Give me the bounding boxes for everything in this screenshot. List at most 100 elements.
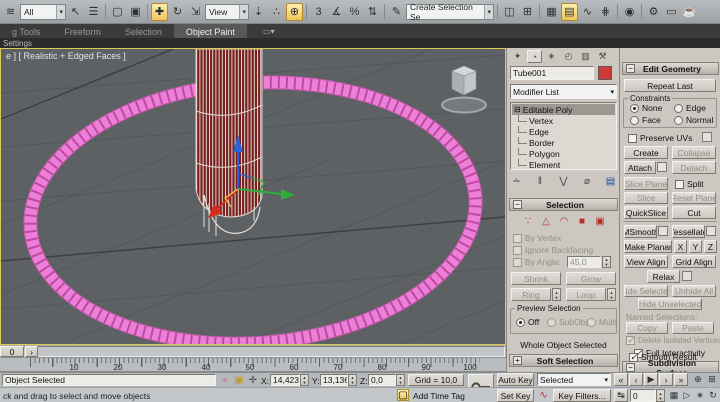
slice-plane-button[interactable]: Slice Plane: [624, 177, 668, 190]
selection-lock-pin-icon[interactable]: ⌖: [219, 374, 231, 386]
orbit-icon[interactable]: ↻: [707, 389, 719, 401]
preserve-uvs-checkbox[interactable]: Preserve UVs: [628, 133, 692, 143]
z-coordinate-field[interactable]: 0,0: [368, 374, 396, 386]
detach-button[interactable]: Detach: [672, 161, 716, 174]
unhide-all-button[interactable]: Unhide All: [672, 285, 716, 297]
set-key-button[interactable]: Set Key: [497, 389, 534, 402]
planar-x-button[interactable]: X: [674, 240, 687, 253]
make-unique-icon[interactable]: ⋁: [557, 176, 570, 187]
by-angle-field[interactable]: 45,0: [567, 256, 601, 268]
named-selection-sets-dropdown[interactable]: Create Selection Se ▾: [406, 4, 494, 20]
preview-multi-radio[interactable]: Multi: [587, 317, 617, 327]
repeat-last-button[interactable]: Repeat Last: [624, 79, 716, 92]
remove-modifier-icon[interactable]: ⌀: [581, 176, 594, 187]
ribbon-tab-modeling-tools[interactable]: g Tools: [0, 24, 52, 38]
auto-key-button[interactable]: Auto Key: [497, 373, 534, 386]
preview-off-radio[interactable]: Off: [516, 317, 539, 327]
by-angle-checkbox[interactable]: By Angle:: [513, 257, 561, 267]
ignore-backfacing-checkbox[interactable]: Ignore Backfacing: [513, 245, 593, 255]
modify-tab-icon[interactable]: ◔: [527, 50, 542, 63]
soft-selection-rollout-header[interactable]: + Soft Selection: [509, 354, 618, 367]
pan-icon[interactable]: ∗: [694, 389, 706, 401]
pin-stack-icon[interactable]: ∸: [510, 176, 523, 187]
split-checkbox[interactable]: Split: [675, 179, 704, 189]
tessellate-button[interactable]: Tessellate: [672, 225, 705, 238]
curve-editor-icon[interactable]: ∿: [579, 3, 596, 21]
select-and-place-icon[interactable]: ⇣: [250, 3, 267, 21]
graphite-ribbon-toggle-icon[interactable]: ▦: [543, 3, 560, 21]
rollout-collapse-icon[interactable]: −: [626, 64, 635, 73]
previous-frame-icon[interactable]: ‹: [629, 373, 643, 386]
edit-named-selection-sets-icon[interactable]: ✎: [388, 3, 405, 21]
preserve-uvs-settings-button[interactable]: [702, 132, 712, 142]
schematic-view-icon[interactable]: ⋕: [597, 3, 614, 21]
zoom-all-icon[interactable]: ⊞: [706, 373, 718, 385]
default-in-out-tangents-icon[interactable]: ∿: [537, 389, 550, 402]
next-frame-icon[interactable]: ›: [659, 373, 673, 386]
rollout-collapse-icon[interactable]: −: [626, 363, 635, 372]
ribbon-tab-object-paint[interactable]: Object Paint: [174, 24, 247, 38]
attach-button[interactable]: Attach: [624, 161, 656, 174]
x-coordinate-field[interactable]: 14,423: [270, 374, 300, 386]
key-filters-button[interactable]: Key Filters...: [553, 389, 611, 402]
constraint-edge-radio[interactable]: Edge: [674, 103, 706, 113]
smooth-result-checkbox[interactable]: Smooth Result: [629, 352, 697, 362]
zoom-extents-icon[interactable]: ▦: [668, 389, 680, 401]
align-icon[interactable]: ⊞: [519, 3, 536, 21]
reset-plane-button[interactable]: Reset Plane: [672, 192, 716, 204]
stack-item-border[interactable]: Border: [512, 137, 615, 148]
copy-button[interactable]: Copy: [626, 322, 668, 334]
paste-button[interactable]: Paste: [672, 322, 714, 334]
current-frame-field[interactable]: 0: [630, 389, 656, 402]
tessellate-settings-button[interactable]: [706, 226, 716, 236]
planar-z-button[interactable]: Z: [704, 240, 717, 253]
cut-button[interactable]: Cut: [672, 206, 716, 219]
rendered-frame-window-icon[interactable]: ▭: [663, 3, 680, 21]
display-tab-icon[interactable]: ▥: [578, 50, 593, 63]
select-and-scale-icon[interactable]: ⇲: [187, 3, 204, 21]
material-editor-icon[interactable]: ◉: [621, 3, 638, 21]
border-mode-icon[interactable]: ◠: [557, 216, 571, 227]
spinner-snap-icon[interactable]: ⇅: [364, 3, 381, 21]
time-slider-handle[interactable]: 0: [0, 346, 24, 357]
by-vertex-checkbox[interactable]: By Vertex: [513, 233, 561, 243]
stack-item-edge[interactable]: Edge: [512, 126, 615, 137]
relax-button[interactable]: Relax: [647, 270, 680, 283]
loop-spinner[interactable]: [607, 288, 616, 301]
constraint-none-radio[interactable]: None: [630, 103, 662, 113]
loop-button[interactable]: Loop: [566, 288, 606, 301]
layer-manager-icon[interactable]: ▤: [561, 3, 578, 21]
select-and-rotate-icon[interactable]: ↻: [169, 3, 186, 21]
mirror-icon[interactable]: ◫: [501, 3, 518, 21]
grid-align-button[interactable]: Grid Align: [672, 255, 716, 268]
time-tag-icon[interactable]: ▢: [397, 389, 409, 401]
window-crossing-icon[interactable]: ▣: [127, 3, 144, 21]
msmooth-button[interactable]: MSmooth: [624, 225, 657, 238]
x-spinner[interactable]: [300, 374, 309, 386]
play-icon[interactable]: ▶: [644, 373, 658, 386]
msmooth-settings-button[interactable]: [658, 226, 668, 236]
select-and-move-icon[interactable]: ✚: [151, 3, 168, 21]
percent-snap-icon[interactable]: %: [346, 3, 363, 21]
modifier-list-dropdown[interactable]: Modifier List ▾: [510, 84, 617, 99]
stack-item-editable-poly[interactable]: ⊟ Editable Poly: [512, 104, 615, 115]
viewport-label[interactable]: e ] [ Realistic + Edged Faces ]: [6, 51, 126, 61]
collapse-tree-icon[interactable]: ⊟: [514, 105, 521, 114]
quickslice-button[interactable]: QuickSlice: [624, 206, 668, 219]
selection-lock-icon[interactable]: ▣: [233, 374, 245, 386]
slice-button[interactable]: Slice: [624, 192, 668, 204]
key-mode-dropdown[interactable]: Selected ▾: [537, 373, 611, 386]
hierarchy-tab-icon[interactable]: ∗: [544, 50, 559, 63]
ribbon-tab-freeform[interactable]: Freeform: [52, 24, 113, 38]
object-color-swatch[interactable]: [598, 66, 612, 80]
rollout-collapse-icon[interactable]: −: [513, 200, 522, 209]
show-end-result-icon[interactable]: ‖: [534, 176, 547, 187]
collapse-button[interactable]: Collapse: [672, 146, 716, 159]
z-spinner[interactable]: [396, 374, 405, 386]
selection-rollout-header[interactable]: − Selection: [509, 198, 618, 211]
viewport-canvas[interactable]: [1, 49, 505, 344]
render-production-icon[interactable]: ☕: [681, 3, 698, 21]
element-mode-icon[interactable]: ▣: [593, 216, 607, 227]
hide-selected-button[interactable]: Hide Selected: [624, 285, 668, 297]
y-spinner[interactable]: [348, 374, 357, 386]
